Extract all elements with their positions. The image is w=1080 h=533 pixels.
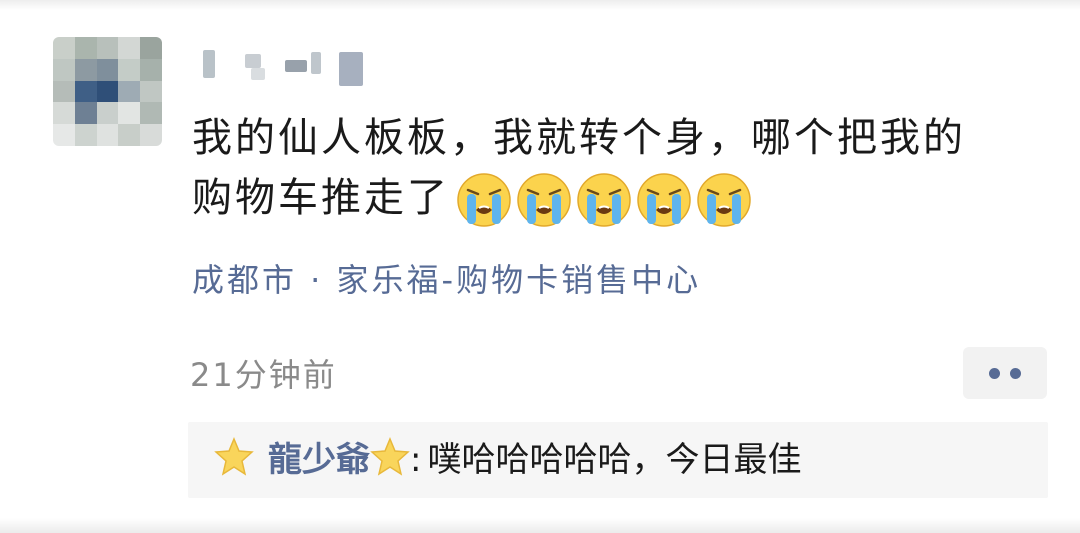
star-icon	[214, 437, 254, 476]
avatar[interactable]	[53, 37, 162, 146]
loudly-crying-face-icon	[577, 173, 631, 227]
loudly-crying-face-icon	[637, 173, 691, 227]
comment-author[interactable]: 龍少爺	[268, 440, 370, 480]
star-icon-2	[370, 437, 410, 476]
comment-item[interactable]: 龍少爺 : 噗哈哈哈哈哈，今日最佳	[214, 436, 801, 484]
post-text-line-1: 我的仙人板板，我就转个身，哪个把我的	[192, 115, 966, 161]
location-link[interactable]: 成都市 · 家乐福-购物卡销售中心	[192, 258, 701, 302]
post-text-line-2: 购物车推走了	[192, 168, 1032, 228]
comment-box: 龍少爺 : 噗哈哈哈哈哈，今日最佳	[188, 422, 1048, 498]
loudly-crying-face-icon	[697, 173, 751, 227]
more-dots-icon-2	[1010, 367, 1021, 379]
loudly-crying-face-icon	[457, 173, 511, 227]
more-button[interactable]	[963, 347, 1047, 399]
post-timestamp: 21分钟前	[190, 356, 337, 394]
emoji-group	[456, 172, 752, 228]
more-dots-icon	[989, 367, 1000, 379]
post-text-line-2-text: 购物车推走了	[192, 175, 450, 221]
loudly-crying-face-icon	[517, 173, 571, 227]
top-divider	[0, 0, 1080, 10]
bottom-divider	[0, 518, 1080, 533]
username-obscured[interactable]	[203, 48, 373, 88]
comment-separator: :	[410, 440, 422, 480]
post-text: 我的仙人板板，我就转个身，哪个把我的 购物车推走了	[192, 108, 1032, 228]
comment-text: 噗哈哈哈哈哈，今日最佳	[427, 440, 802, 480]
